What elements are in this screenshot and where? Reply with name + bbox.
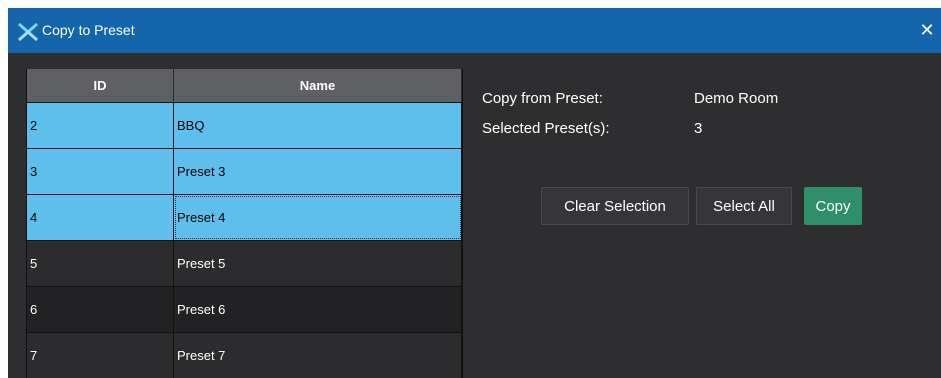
table-row[interactable]: 3 Preset 3 xyxy=(27,148,462,194)
cell-id: 3 xyxy=(27,149,174,194)
clear-selection-button[interactable]: Clear Selection xyxy=(541,187,689,225)
copy-from-label: Copy from Preset: xyxy=(482,90,603,107)
cell-id: 6 xyxy=(27,287,174,332)
window-title: Copy to Preset xyxy=(42,22,135,38)
table-row[interactable]: 2 BBQ xyxy=(27,102,462,148)
table-row[interactable]: 5 Preset 5 xyxy=(27,240,462,286)
column-header-id[interactable]: ID xyxy=(27,69,174,102)
close-icon[interactable]: ✕ xyxy=(913,16,941,44)
copy-to-preset-dialog: Copy to Preset ✕ ID Name 2 BBQ 3 Preset 34P… xyxy=(8,8,941,378)
selected-presets-count: 3 xyxy=(694,120,703,137)
cell-name: Preset 5 xyxy=(174,241,462,286)
copy-from-value: Demo Room xyxy=(694,90,779,107)
cell-name: BBQ xyxy=(174,103,462,148)
cell-id: 7 xyxy=(27,333,174,378)
select-all-button[interactable]: Select All xyxy=(696,187,792,225)
table-row[interactable]: 6 Preset 6 xyxy=(27,286,462,332)
table-row[interactable]: 7 Preset 7 xyxy=(27,332,462,378)
cell-name: Preset 4 xyxy=(174,195,462,240)
cell-id: 4 xyxy=(27,195,174,240)
copy-button[interactable]: Copy xyxy=(804,187,862,225)
cell-name: Preset 3 xyxy=(174,149,462,194)
table-row[interactable]: 4 Preset 4 xyxy=(27,194,462,240)
column-header-name[interactable]: Name xyxy=(174,69,462,102)
cell-id: 2 xyxy=(27,103,174,148)
preset-table: ID Name 2 BBQ 3 Preset 3 4 Preset 4 5 Preset 56… xyxy=(26,69,463,378)
selected-presets-label: Selected Preset(s): xyxy=(482,120,610,137)
cell-id: 5 xyxy=(27,241,174,286)
title-bar: Copy to Preset ✕ xyxy=(8,8,941,53)
table-header: ID Name xyxy=(27,69,462,102)
cell-name: Preset 7 xyxy=(174,333,462,378)
cell-name: Preset 6 xyxy=(174,287,462,332)
app-x-logo-icon xyxy=(18,23,38,41)
